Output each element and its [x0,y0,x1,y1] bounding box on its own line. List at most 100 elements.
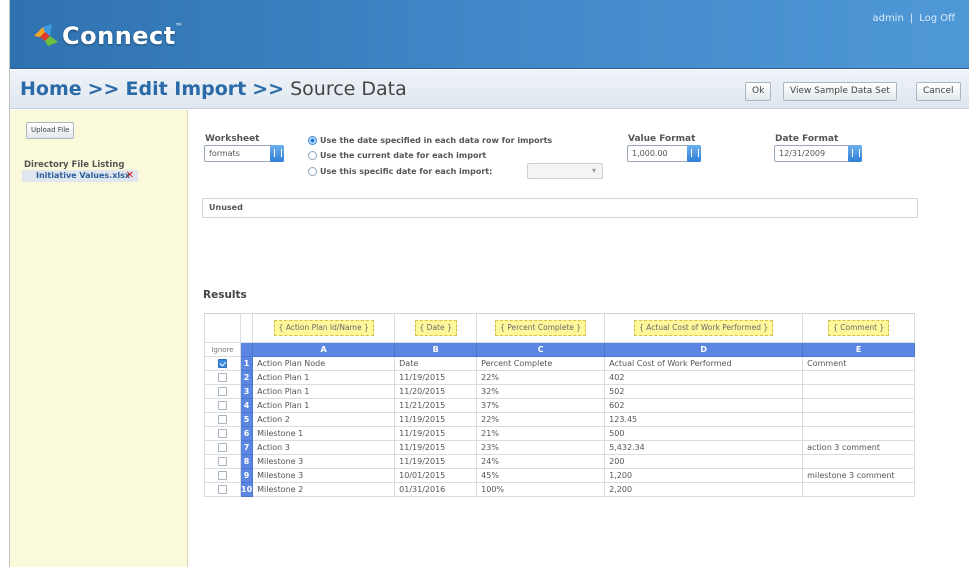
table-cell: Action 2 [252,412,396,427]
window-left-edge [0,0,10,567]
table-cell: 11/20/2015 [394,384,478,399]
table-cell: 11/19/2015 [394,454,478,469]
breadcrumb-edit-import[interactable]: Edit Import [125,78,246,100]
ignore-cell [204,412,241,427]
ignore-checkbox[interactable] [218,485,227,494]
row-number: 4 [239,398,254,413]
table-cell: 10/01/2015 [394,468,478,483]
ignore-checkbox[interactable] [218,429,227,438]
cancel-button[interactable]: Cancel [916,82,961,101]
date-option-current-label: Use the current date for each import [320,151,487,160]
table-cell [802,426,916,441]
app-logo[interactable]: Connect ™ [32,16,183,54]
table-cell: Milestone 3 [252,468,396,483]
date-option-row-radio[interactable] [308,136,317,145]
table-cell: milestone 3 comment [802,468,916,483]
date-picker-arrow-icon: ▾ [591,166,596,175]
remove-file-icon[interactable]: ✕ [126,170,134,181]
breadcrumb-separator: >> [87,78,120,100]
table-row: 6 Milestone 1 11/19/2015 21% 500 [204,426,916,441]
trademark-mark: ™ [175,22,183,31]
select-arrow-icon [848,145,862,162]
ignore-cell [204,454,241,469]
ignore-checkbox[interactable] [218,359,227,368]
table-cell: Date [394,356,478,371]
table-cell: 32% [476,384,606,399]
table-row: 9 Milestone 3 10/01/2015 45% 1,200 milestone … [204,468,916,483]
mapping-spacer [204,313,241,343]
table-cell: 45% [476,468,606,483]
directory-file-item[interactable]: Initiative Values.xlsx ✕ [22,170,138,182]
ignore-checkbox[interactable] [218,457,227,466]
mapping-tag-b[interactable]: { Date } [414,320,457,336]
ignore-cell [204,440,241,455]
column-header-d[interactable]: D [604,342,804,357]
breadcrumb-bar: Home >> Edit Import >> Source Data Ok View S… [10,70,969,109]
table-row: 10 Milestone 2 01/31/2016 100% 2,200 [204,482,916,497]
table-cell [802,398,916,413]
results-body: 1 Action Plan Node Date Percent Complete Act… [204,356,916,497]
table-cell: 37% [476,398,606,413]
ignore-cell [204,482,241,497]
table-cell: 602 [604,398,804,413]
worksheet-label: Worksheet [205,134,260,144]
view-sample-data-button[interactable]: View Sample Data Set [783,82,897,101]
date-format-select[interactable]: 12/31/2009 [774,145,862,162]
ignore-checkbox[interactable] [218,401,227,410]
table-cell: 24% [476,454,606,469]
table-row: 7 Action 3 11/19/2015 23% 5,432.34 action 3 c… [204,440,916,455]
table-cell: Milestone 3 [252,454,396,469]
value-format-select[interactable]: 1,000.00 [627,145,701,162]
app-header: Connect ™ admin | Log Off [10,0,969,69]
ignore-checkbox[interactable] [218,415,227,424]
ignore-checkbox[interactable] [218,471,227,480]
date-format-label: Date Format [775,134,839,144]
row-number: 2 [239,370,254,385]
mapping-cell: { Percent Complete } [476,313,606,343]
column-header-e[interactable]: E [802,342,916,357]
value-format-value: 1,000.00 [632,149,668,158]
ok-button[interactable]: Ok [745,82,772,101]
row-number: 5 [239,412,254,427]
breadcrumb-home[interactable]: Home [20,78,82,100]
table-row: 4 Action Plan 1 11/21/2015 37% 602 [204,398,916,413]
ignore-checkbox[interactable] [218,443,227,452]
logout-link[interactable]: Log Off [919,13,955,24]
unused-drop-area[interactable]: Unused [202,198,918,218]
ignore-checkbox[interactable] [218,387,227,396]
mapping-tag-c[interactable]: { Percent Complete } [495,320,587,336]
specific-date-picker[interactable]: ▾ [527,163,603,179]
user-link[interactable]: admin [872,13,903,24]
app-name: Connect [62,22,176,50]
link-separator: | [909,13,914,24]
table-cell: 100% [476,482,606,497]
mapping-tag-e[interactable]: { Comment } [828,320,890,336]
date-option-row-label: Use the date specified in each data row … [320,136,553,145]
row-number: 6 [239,426,254,441]
table-cell [802,454,916,469]
file-name: Initiative Values.xlsx [36,171,131,180]
date-option-current-radio[interactable] [308,151,317,160]
table-cell: Milestone 2 [252,482,396,497]
column-header-a[interactable]: A [252,342,396,357]
table-cell: 2,200 [604,482,804,497]
table-cell: 11/21/2015 [394,398,478,413]
table-cell: 5,432.34 [604,440,804,455]
results-title: Results [203,289,247,301]
value-format-label: Value Format [628,134,696,144]
upload-file-button[interactable]: Upload File [26,122,75,139]
user-links: admin | Log Off [872,13,955,24]
column-header-b[interactable]: B [394,342,478,357]
worksheet-select[interactable]: formats [204,145,284,162]
date-option-specific-radio[interactable] [308,167,317,176]
ignore-checkbox[interactable] [218,373,227,382]
ignore-header: Ignore [204,342,241,357]
table-cell: Action Plan 1 [252,384,396,399]
worksheet-value: formats [209,149,240,158]
mapping-tag-a[interactable]: { Action Plan Id/Name } [273,320,374,336]
table-cell: Action Plan Node [252,356,396,371]
ignore-cell [204,356,241,371]
table-cell [802,412,916,427]
column-header-c[interactable]: C [476,342,606,357]
mapping-tag-d[interactable]: { Actual Cost of Work Performed } [634,320,774,336]
